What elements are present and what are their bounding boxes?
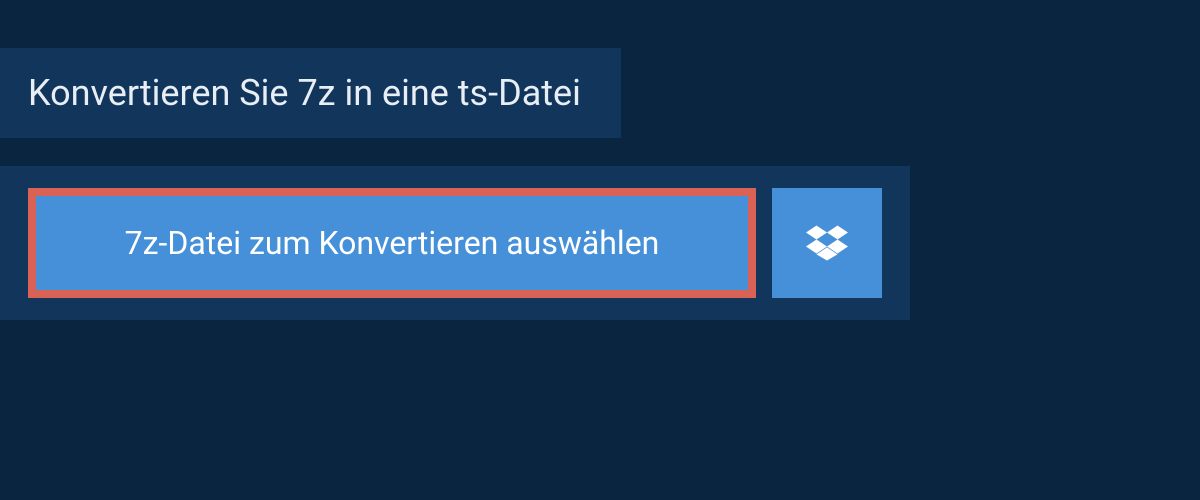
dropbox-icon xyxy=(806,222,848,264)
select-file-label: 7z-Datei zum Konvertieren auswählen xyxy=(125,224,660,262)
page-title: Konvertieren Sie 7z in eine ts-Datei xyxy=(28,72,581,114)
dropbox-button[interactable] xyxy=(772,188,882,298)
select-file-button[interactable]: 7z-Datei zum Konvertieren auswählen xyxy=(28,188,756,298)
upload-panel: 7z-Datei zum Konvertieren auswählen xyxy=(0,166,910,320)
header-bar: Konvertieren Sie 7z in eine ts-Datei xyxy=(0,48,621,138)
